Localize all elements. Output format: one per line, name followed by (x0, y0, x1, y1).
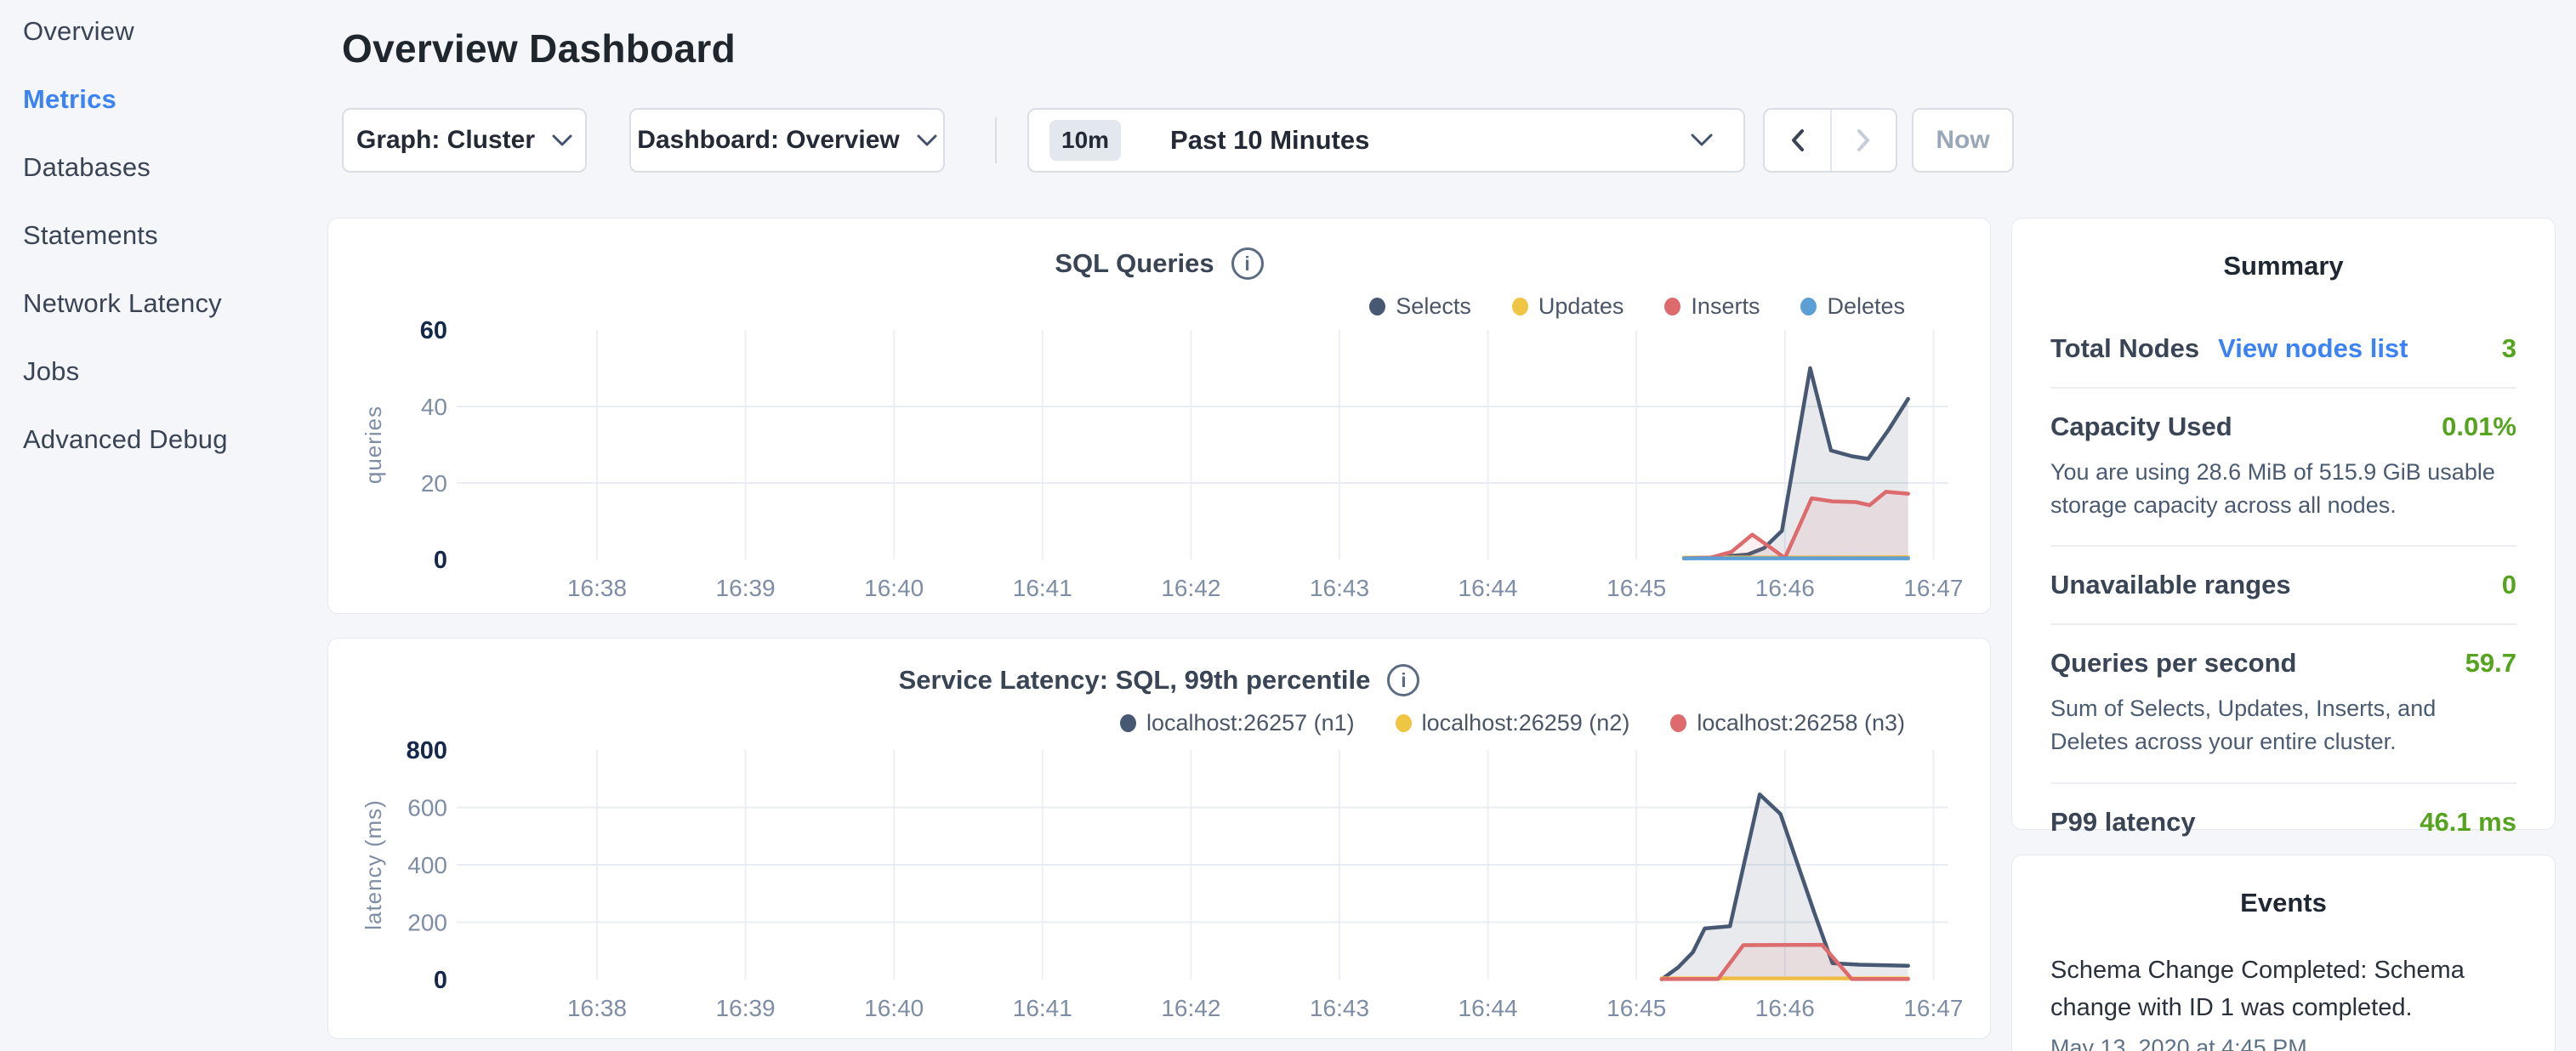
svg-text:16:38: 16:38 (567, 995, 627, 1021)
view-nodes-list-link[interactable]: View nodes list (2218, 333, 2408, 364)
sidebar-nav: Overview Metrics Databases Statements Networ… (0, 0, 327, 1051)
graph-scope-dropdown[interactable]: Graph: Cluster (342, 108, 587, 173)
page-title: Overview Dashboard (342, 26, 736, 71)
summary-row-value: 0.01% (2442, 412, 2516, 442)
graph-scope-dropdown-label: Graph: Cluster (356, 126, 535, 155)
chevron-right-icon (1857, 128, 1871, 152)
sidebar-item-jobs[interactable]: Jobs (23, 358, 327, 384)
svg-text:16:40: 16:40 (864, 575, 924, 601)
summary-row: Queries per second 59.7 Sum of Selects, Up… (2050, 623, 2516, 781)
chevron-left-icon (1790, 128, 1805, 152)
svg-text:16:42: 16:42 (1161, 995, 1220, 1021)
summary-row: Total Nodes View nodes list 3 (2050, 310, 2516, 387)
svg-text:0: 0 (434, 547, 447, 574)
time-range-badge: 10m (1049, 120, 1121, 161)
svg-text:queries: queries (361, 406, 386, 484)
svg-text:0: 0 (434, 967, 447, 994)
sidebar-item-metrics[interactable]: Metrics (23, 86, 327, 112)
svg-text:16:43: 16:43 (1310, 995, 1369, 1021)
svg-text:latency (ms): latency (ms) (361, 799, 386, 930)
toolbar-divider (995, 117, 997, 163)
sql-queries-chart[interactable]: 16:38 16:39 16:40 16:41 16:42 16:43 16:44 16:45… (328, 219, 1992, 615)
summary-row-label: Unavailable ranges (2050, 570, 2291, 600)
svg-text:16:39: 16:39 (716, 995, 776, 1021)
svg-text:16:39: 16:39 (716, 575, 776, 601)
svg-text:16:41: 16:41 (1013, 995, 1072, 1021)
summary-row-label: Total Nodes (2050, 333, 2199, 364)
summary-row-value: 59.7 (2465, 648, 2516, 679)
events-panel-title: Events (2012, 855, 2555, 918)
svg-text:16:42: 16:42 (1161, 575, 1220, 601)
summary-row-label: P99 latency (2050, 807, 2196, 838)
now-button-label: Now (1936, 126, 1989, 155)
summary-row-label: Queries per second (2050, 648, 2296, 679)
dashboard-dropdown[interactable]: Dashboard: Overview (629, 108, 945, 173)
summary-row-value: 46.1 ms (2420, 807, 2516, 838)
event-timestamp: May 13, 2020 at 4:45 PM (2050, 1035, 2516, 1051)
dashboard-dropdown-label: Dashboard: Overview (637, 126, 899, 155)
svg-text:16:47: 16:47 (1903, 995, 1963, 1021)
svg-text:16:46: 16:46 (1755, 995, 1815, 1021)
service-latency-chart-card: Service Latency: SQL, 99th percentile i … (327, 638, 1991, 1039)
sidebar-item-databases[interactable]: Databases (23, 154, 327, 180)
svg-text:16:44: 16:44 (1459, 575, 1518, 601)
chevron-down-icon (1691, 134, 1713, 147)
svg-text:600: 600 (407, 795, 447, 821)
svg-text:16:38: 16:38 (567, 575, 627, 601)
svg-text:16:47: 16:47 (1903, 575, 1963, 601)
summary-row-label: Capacity Used (2050, 412, 2232, 442)
chevron-down-icon (552, 134, 572, 147)
summary-panel: Summary Total Nodes View nodes list 3 Capac… (2011, 218, 2556, 830)
svg-text:16:40: 16:40 (864, 995, 924, 1021)
event-item[interactable]: Schema Change Completed: Schema change w… (2050, 952, 2516, 1051)
svg-text:60: 60 (420, 317, 447, 344)
sidebar-item-advanced-debug[interactable]: Advanced Debug (23, 426, 327, 452)
summary-panel-title: Summary (2012, 219, 2555, 281)
sql-queries-chart-card: SQL Queries i SelectsUpdatesInsertsDelet… (327, 218, 1991, 614)
summary-row: Unavailable ranges 0 (2050, 545, 2516, 623)
time-range-label: Past 10 Minutes (1170, 125, 1369, 156)
sidebar-item-network-latency[interactable]: Network Latency (23, 290, 327, 316)
svg-text:20: 20 (421, 470, 447, 497)
events-panel: Events Schema Change Completed: Schema c… (2011, 855, 2556, 1051)
svg-text:40: 40 (421, 394, 447, 420)
summary-row-description: Sum of Selects, Updates, Inserts, and De… (2050, 692, 2516, 758)
summary-rows: Total Nodes View nodes list 3 Capacity Used… (2050, 310, 2516, 861)
svg-text:16:43: 16:43 (1310, 575, 1369, 601)
svg-text:16:45: 16:45 (1606, 575, 1666, 601)
summary-row: P99 latency 46.1 ms (2050, 782, 2516, 861)
svg-text:16:46: 16:46 (1755, 575, 1815, 601)
svg-text:200: 200 (407, 910, 447, 936)
svg-text:16:44: 16:44 (1459, 995, 1518, 1021)
summary-row-value: 3 (2502, 333, 2516, 364)
time-range-selector[interactable]: 10m Past 10 Minutes (1027, 108, 1745, 173)
svg-text:400: 400 (407, 852, 447, 878)
time-step-controls (1763, 108, 1897, 173)
summary-row-value: 0 (2502, 570, 2516, 600)
event-text: Schema Change Completed: Schema change w… (2050, 952, 2516, 1026)
service-latency-chart[interactable]: 16:38 16:39 16:40 16:41 16:42 16:43 16:44 16:45… (328, 639, 1992, 1040)
events-list: Schema Change Completed: Schema change w… (2050, 952, 2516, 1051)
svg-text:16:45: 16:45 (1606, 995, 1666, 1021)
sidebar-item-overview[interactable]: Overview (23, 18, 327, 44)
svg-text:16:41: 16:41 (1013, 575, 1072, 601)
chevron-down-icon (917, 134, 937, 147)
summary-row: Capacity Used 0.01% You are using 28.6 MiB… (2050, 387, 2516, 545)
svg-text:800: 800 (407, 737, 447, 764)
time-step-forward-button[interactable] (1830, 110, 1896, 171)
summary-row-description: You are using 28.6 MiB of 515.9 GiB usab… (2050, 456, 2516, 522)
now-button[interactable]: Now (1912, 108, 2014, 173)
time-step-back-button[interactable] (1765, 110, 1830, 171)
sidebar-item-statements[interactable]: Statements (23, 222, 327, 248)
